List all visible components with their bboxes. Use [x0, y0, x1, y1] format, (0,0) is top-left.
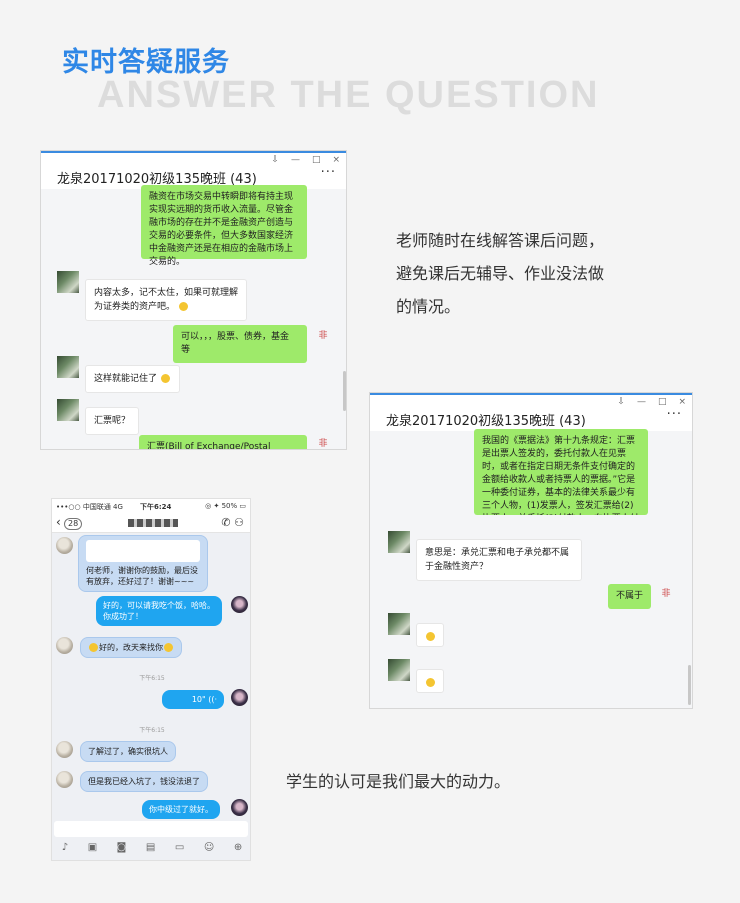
- message-bubble: 可以，，，股票、债券，基金 等: [173, 325, 307, 363]
- message-bubble: 了解过了，确实很坑人: [80, 741, 176, 762]
- message-bubble: 何老师，谢谢你的鼓励，最后没有放弃，还好过了！谢谢~~~: [78, 535, 208, 592]
- emoji-picker-icon[interactable]: ☺: [204, 842, 214, 853]
- avatar: [56, 637, 73, 654]
- emoji-icon: [178, 302, 188, 311]
- message-bubble: 汇票(Bill of Exchange/Postal Order/: [139, 435, 307, 449]
- close-icon[interactable]: ×: [678, 397, 686, 407]
- gif-icon[interactable]: ▭: [175, 842, 184, 853]
- emoji-icon: [89, 643, 98, 652]
- chat-body: 融资在市场交易中转瞬即将有持主现实现实远期的货币收入流量。尽管金融市场的存在并不…: [41, 185, 346, 449]
- description-line: 的情况。: [396, 297, 461, 316]
- close-icon[interactable]: ×: [332, 155, 340, 165]
- minimize-icon[interactable]: —: [637, 397, 646, 407]
- caption: 学生的认可是我们最大的动力。: [286, 772, 511, 791]
- chat-body: 我国的《票据法》第十九条规定：汇票是出票人签发的，委托付款人在见票时，或者在指定…: [370, 429, 692, 708]
- avatar: [57, 356, 79, 378]
- message-bubble: 意思是：承兑汇票和电子承兑都不属于金融性资产？: [416, 539, 582, 581]
- chat-window-1: ⇩ — □ × 龙泉20171020初级135晚班 (43) ··· 融资在市场交易中…: [40, 150, 347, 450]
- window-controls: ⇩ — □ ×: [605, 397, 686, 407]
- description-line: 避免课后无辅导、作业没法做: [396, 264, 605, 283]
- plus-icon[interactable]: ⊕: [234, 842, 242, 853]
- camera-icon[interactable]: ◙: [117, 842, 127, 853]
- message-bubble: 内容太多，记不太住，如果可就理解为证券类的资产吧。: [85, 279, 247, 321]
- message-bubble: [416, 669, 444, 693]
- window-titlebar: ⇩ — □ × 龙泉20171020初级135晚班 (43) ···: [370, 393, 692, 431]
- teacher-avatar: 非: [318, 331, 328, 341]
- maximize-icon[interactable]: □: [658, 397, 667, 407]
- message-bubble: 好的，改天来找你: [80, 637, 182, 658]
- maximize-icon[interactable]: □: [312, 155, 321, 165]
- avatar: [56, 771, 73, 788]
- message-bubble: [416, 623, 444, 647]
- avatar: [231, 596, 248, 613]
- red-packet-icon[interactable]: ▤: [146, 842, 155, 853]
- window-titlebar: ⇩ — □ × 龙泉20171020初级135晚班 (43) ···: [41, 151, 346, 189]
- window-controls: ⇩ — □ ×: [259, 155, 340, 165]
- battery: ◎ ✦ 50% ▭: [205, 502, 246, 510]
- image-preview: [86, 540, 200, 562]
- chat-title: 龙泉20171020初级135晚班 (43): [386, 414, 586, 429]
- avatar: [388, 531, 410, 553]
- avatar: [231, 799, 248, 816]
- contact-name-blurred: [128, 519, 178, 527]
- message-bubble: 好的，可以请我吃个饭，哈哈。你成功了！: [96, 596, 222, 626]
- teacher-avatar: 非: [318, 439, 328, 449]
- message-input[interactable]: [54, 821, 248, 837]
- avatar: [57, 399, 79, 421]
- message-text: 内容太多，记不太住，如果可就理解为证券类的资产吧。: [94, 288, 239, 312]
- message-text: 这样就能记住了: [94, 374, 158, 384]
- message-bubble: 但是我已经入坑了，钱没法退了: [80, 771, 208, 792]
- status-bar: •••○○ 中国联通 4G 下午6:24 ◎ ✦ 50% ▭: [52, 499, 250, 513]
- description: 老师随时在线解答课后问题， 避免课后无辅导、作业没法做 的情况。: [396, 224, 656, 323]
- message-bubble: 这样就能记住了: [85, 365, 180, 393]
- input-toolbar: ♪ ▣ ◙ ▤ ▭ ☺ ⊕: [52, 842, 250, 853]
- timestamp: 下午6:15: [139, 675, 165, 682]
- scrollbar[interactable]: [343, 371, 346, 411]
- message-bubble: 你中级过了就好。: [142, 800, 220, 819]
- chat-window-2: ⇩ — □ × 龙泉20171020初级135晚班 (43) ··· 我国的《票据法》…: [369, 392, 693, 709]
- avatar: [388, 613, 410, 635]
- ok-hand-icon: [426, 632, 435, 641]
- teacher-avatar: 非: [661, 589, 671, 599]
- phone-chat: •••○○ 中国联通 4G 下午6:24 ◎ ✦ 50% ▭ ‹ 28 ✆ ⚇ …: [51, 498, 251, 861]
- message-bubble: 融资在市场交易中转瞬即将有持主现实现实远期的货币收入流量。尽管金融市场的存在并不…: [141, 185, 307, 267]
- clap-icon: [426, 678, 435, 687]
- message-bubble: 不属于: [608, 584, 652, 609]
- minimize-icon[interactable]: —: [291, 155, 300, 165]
- pin-icon[interactable]: ⇩: [617, 397, 625, 407]
- avatar: [57, 271, 79, 293]
- avatar: [56, 537, 73, 554]
- clock: 下午6:24: [140, 503, 172, 511]
- nav-bar: ‹ 28 ✆ ⚇: [52, 513, 250, 533]
- avatar: [56, 741, 73, 758]
- scrollbar[interactable]: [688, 665, 691, 705]
- description-line: 老师随时在线解答课后问题，: [396, 231, 605, 250]
- emoji-icon: [164, 643, 173, 652]
- timestamp: 下午6:15: [139, 727, 165, 734]
- message-bubble: 我国的《票据法》第十九条规定：汇票是出票人签发的，委托付款人在见票时，或者在指定…: [474, 429, 648, 515]
- avatar: [231, 689, 248, 706]
- emoji-icon: [160, 374, 170, 383]
- avatar: [388, 659, 410, 681]
- microphone-icon[interactable]: ♪: [62, 842, 68, 853]
- voice-message[interactable]: 10" ((·: [162, 690, 224, 709]
- more-icon[interactable]: ···: [321, 165, 336, 180]
- back-icon[interactable]: ‹: [56, 515, 61, 529]
- section-subtitle: ANSWER THE QUESTION: [97, 74, 600, 116]
- message-text: 好的，改天来找你: [99, 643, 163, 652]
- carrier: •••○○ 中国联通 4G: [56, 503, 123, 511]
- more-icon[interactable]: ···: [667, 407, 682, 422]
- pin-icon[interactable]: ⇩: [271, 155, 279, 165]
- phone-icon[interactable]: ✆ ⚇: [221, 516, 244, 529]
- image-icon[interactable]: ▣: [88, 842, 97, 853]
- message-bubble: 汇票呢？: [85, 407, 140, 435]
- message-text: 何老师，谢谢你的鼓励，最后没有放弃，还好过了！谢谢~~~: [86, 566, 198, 586]
- unread-badge: 28: [64, 518, 83, 530]
